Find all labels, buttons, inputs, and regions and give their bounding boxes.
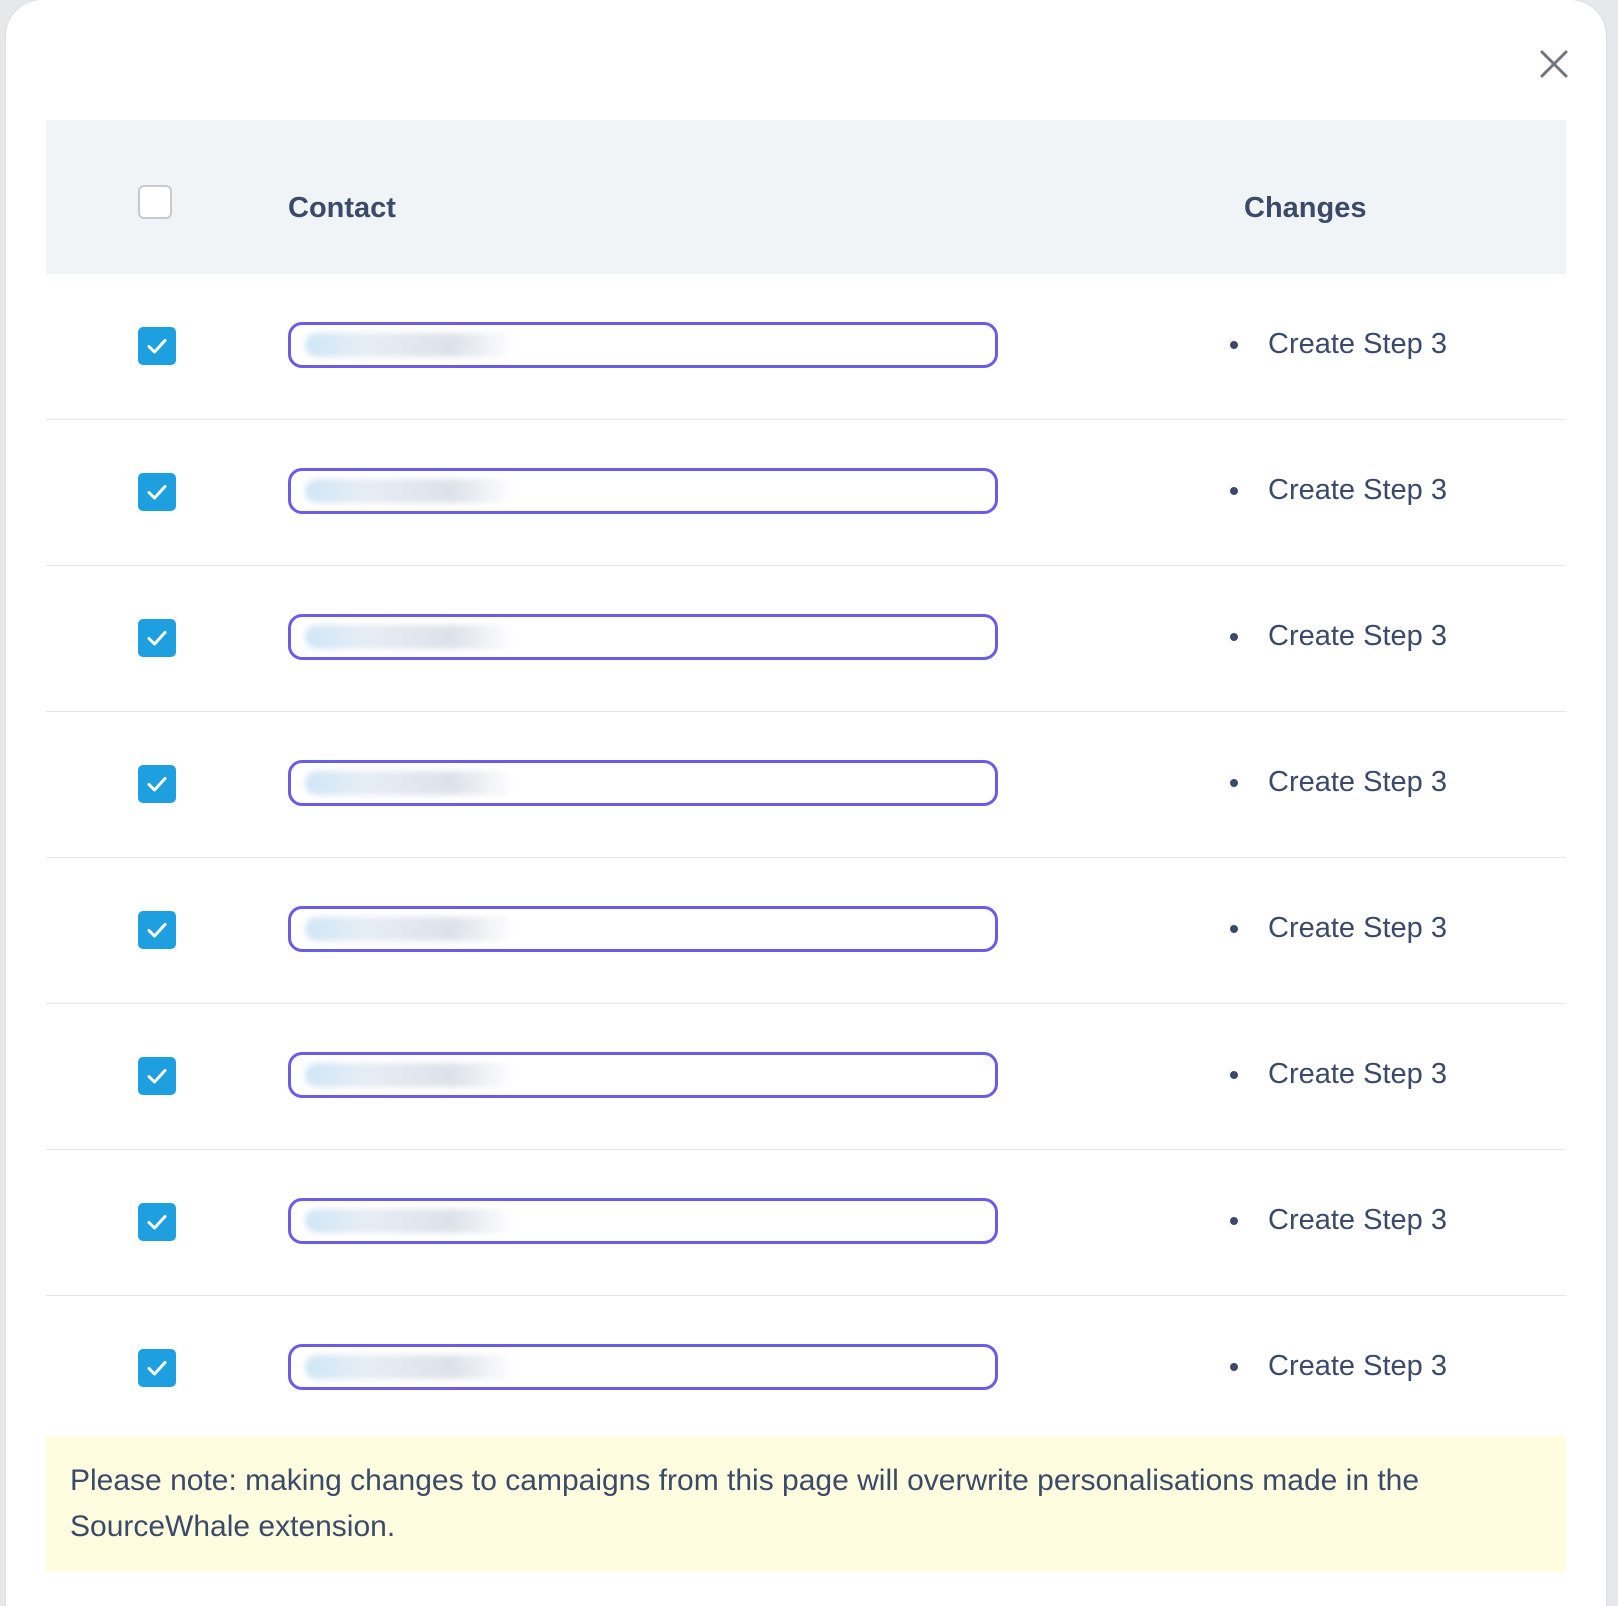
contacts-table: Contact Changes Create Step 3 Create Ste… xyxy=(46,120,1566,1442)
changes-column-header: Changes xyxy=(1244,192,1367,224)
change-list-item: Create Step 3 xyxy=(1226,474,1447,507)
redacted-contact-name xyxy=(305,1355,515,1379)
bullet-icon xyxy=(1230,778,1238,787)
change-label: Create Step 3 xyxy=(1268,1350,1447,1382)
change-list-item: Create Step 3 xyxy=(1226,912,1447,945)
table-row: Create Step 3 xyxy=(46,1004,1566,1150)
contact-name-field[interactable] xyxy=(288,468,998,514)
bullet-icon xyxy=(1230,1070,1238,1079)
change-label: Create Step 3 xyxy=(1268,1058,1447,1090)
table-row: Create Step 3 xyxy=(46,1296,1566,1442)
change-list-item: Create Step 3 xyxy=(1226,766,1447,799)
bullet-icon xyxy=(1230,632,1238,641)
bullet-icon xyxy=(1230,1216,1238,1225)
close-icon xyxy=(1540,50,1568,78)
contact-column-header: Contact xyxy=(288,192,396,224)
close-button[interactable] xyxy=(1534,44,1574,84)
table-row: Create Step 3 xyxy=(46,566,1566,712)
row-checkbox[interactable] xyxy=(138,473,176,511)
checkmark-icon xyxy=(147,1361,167,1376)
table-body: Create Step 3 Create Step 3 Create Step … xyxy=(46,274,1566,1442)
change-label: Create Step 3 xyxy=(1268,1204,1447,1236)
select-all-checkbox[interactable] xyxy=(138,185,172,219)
contact-name-field[interactable] xyxy=(288,1052,998,1098)
table-header: Contact Changes xyxy=(46,120,1566,274)
table-row: Create Step 3 xyxy=(46,420,1566,566)
row-checkbox[interactable] xyxy=(138,1057,176,1095)
change-label: Create Step 3 xyxy=(1268,766,1447,798)
redacted-contact-name xyxy=(305,625,515,649)
change-list-item: Create Step 3 xyxy=(1226,1350,1447,1383)
checkmark-icon xyxy=(147,1069,167,1084)
table-row: Create Step 3 xyxy=(46,712,1566,858)
change-label: Create Step 3 xyxy=(1268,620,1447,652)
redacted-contact-name xyxy=(305,917,515,941)
change-list-item: Create Step 3 xyxy=(1226,328,1447,361)
contact-name-field[interactable] xyxy=(288,1198,998,1244)
row-checkbox[interactable] xyxy=(138,1349,176,1387)
table-row: Create Step 3 xyxy=(46,1150,1566,1296)
bullet-icon xyxy=(1230,486,1238,495)
checkmark-icon xyxy=(147,923,167,938)
redacted-contact-name xyxy=(305,479,515,503)
bullet-icon xyxy=(1230,1362,1238,1371)
redacted-contact-name xyxy=(305,771,515,795)
change-label: Create Step 3 xyxy=(1268,474,1447,506)
table-row: Create Step 3 xyxy=(46,274,1566,420)
contact-name-field[interactable] xyxy=(288,906,998,952)
contact-name-field[interactable] xyxy=(288,760,998,806)
checkmark-icon xyxy=(147,339,167,354)
bullet-icon xyxy=(1230,340,1238,349)
row-checkbox[interactable] xyxy=(138,1203,176,1241)
checkmark-icon xyxy=(147,631,167,646)
redacted-contact-name xyxy=(305,1063,515,1087)
checkmark-icon xyxy=(147,777,167,792)
changes-modal: Contact Changes Create Step 3 Create Ste… xyxy=(6,0,1606,1606)
change-list-item: Create Step 3 xyxy=(1226,1204,1447,1237)
change-list-item: Create Step 3 xyxy=(1226,620,1447,653)
checkmark-icon xyxy=(147,1215,167,1230)
bullet-icon xyxy=(1230,924,1238,933)
change-label: Create Step 3 xyxy=(1268,912,1447,944)
contact-name-field[interactable] xyxy=(288,1344,998,1390)
redacted-contact-name xyxy=(305,333,515,357)
row-checkbox[interactable] xyxy=(138,765,176,803)
row-checkbox[interactable] xyxy=(138,911,176,949)
table-row: Create Step 3 xyxy=(46,858,1566,1004)
row-checkbox[interactable] xyxy=(138,619,176,657)
contact-name-field[interactable] xyxy=(288,614,998,660)
redacted-contact-name xyxy=(305,1209,515,1233)
checkmark-icon xyxy=(147,485,167,500)
change-list-item: Create Step 3 xyxy=(1226,1058,1447,1091)
row-checkbox[interactable] xyxy=(138,327,176,365)
contact-name-field[interactable] xyxy=(288,322,998,368)
change-label: Create Step 3 xyxy=(1268,328,1447,360)
warning-note: Please note: making changes to campaigns… xyxy=(46,1436,1566,1572)
